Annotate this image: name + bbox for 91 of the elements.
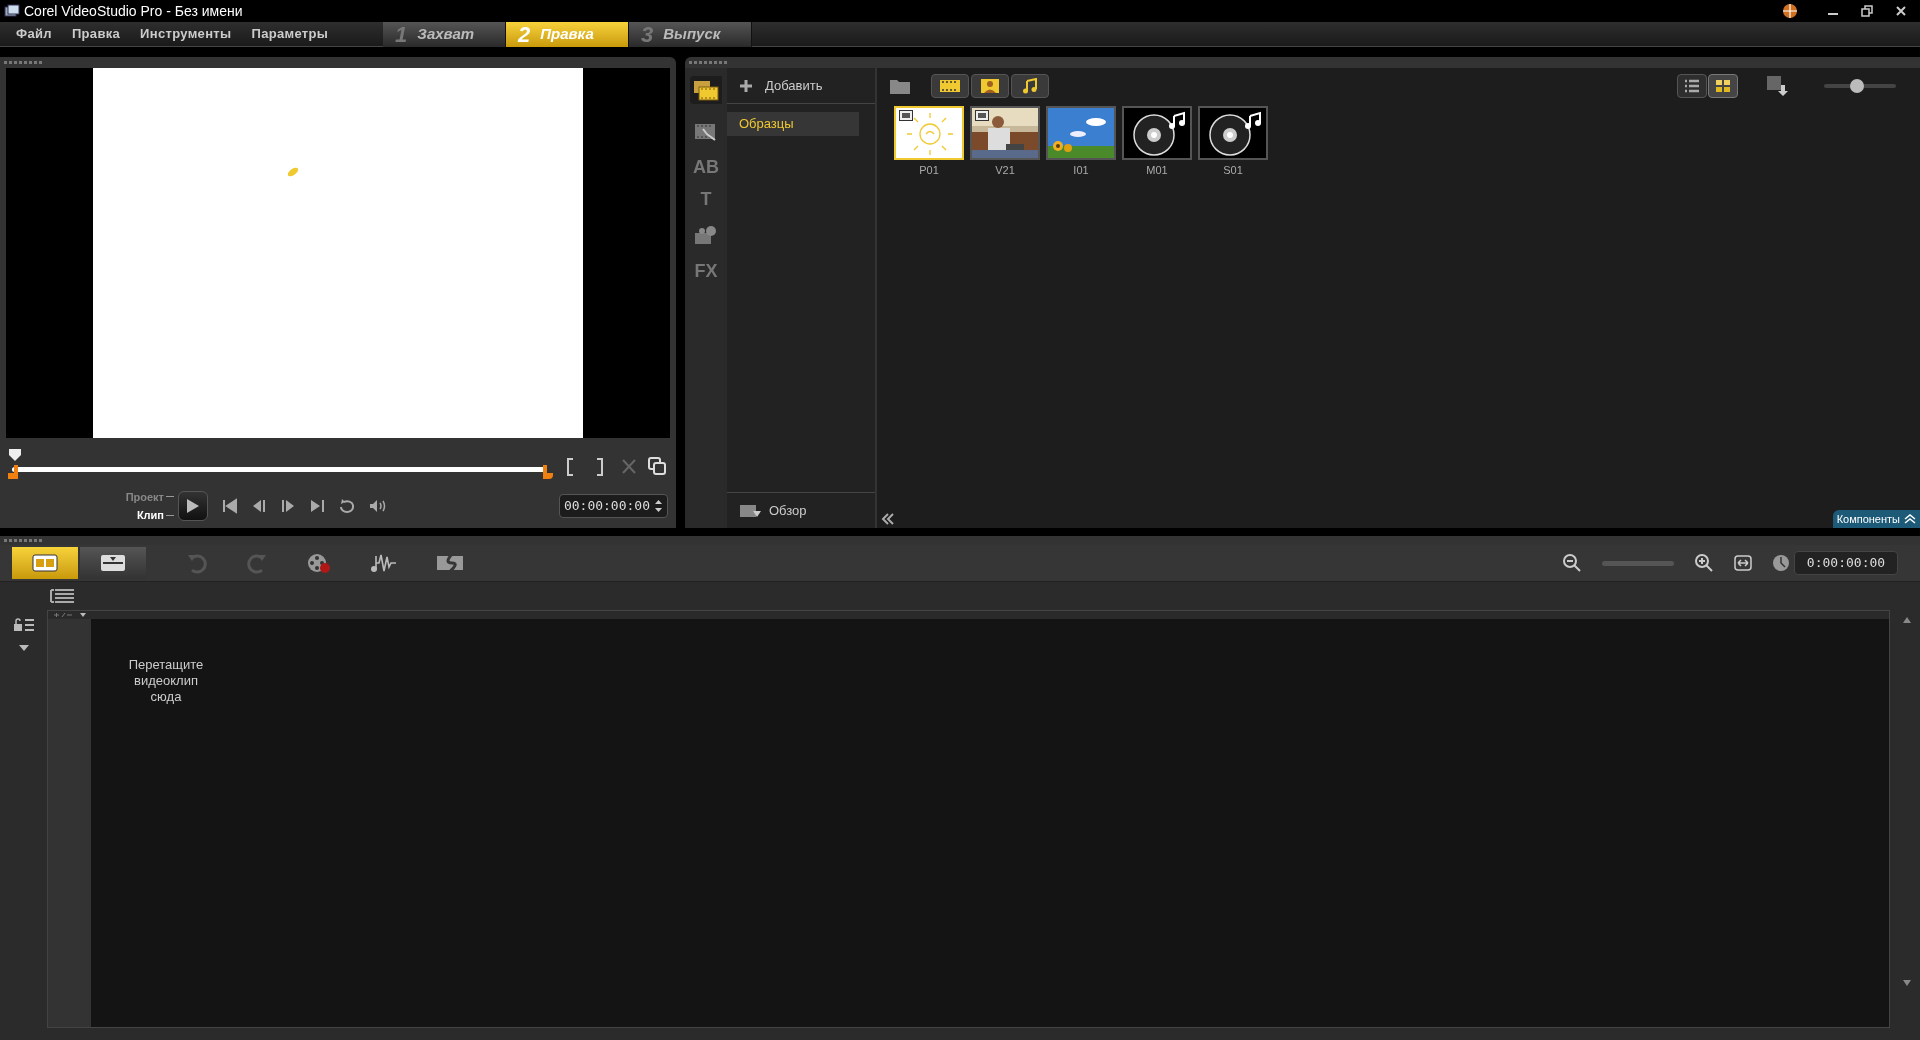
slider-thumb[interactable]	[1850, 79, 1865, 93]
timecode-field[interactable]: 00:00:00:00	[558, 494, 668, 518]
photo-filter-button[interactable]	[971, 74, 1009, 98]
restore-icon[interactable]	[1860, 4, 1874, 18]
portrait-icon	[981, 79, 999, 93]
scroll-up-icon[interactable]	[1902, 616, 1912, 624]
media-thumbnail[interactable]	[1122, 106, 1192, 160]
thumbnail-size-slider[interactable]	[1824, 79, 1896, 93]
plus-icon	[739, 78, 753, 93]
folder-down-icon	[739, 502, 761, 519]
globe-icon[interactable]	[1782, 3, 1798, 19]
skip-start-icon[interactable]	[222, 498, 238, 514]
trim-end-handle[interactable]	[543, 465, 553, 479]
add-button[interactable]: Добавить	[727, 68, 875, 104]
menu-item[interactable]: Параметры	[251, 24, 329, 44]
copy-icon[interactable]	[648, 457, 666, 475]
step-number: 2	[518, 23, 531, 46]
thumbnail-label: S01	[1223, 163, 1243, 178]
drag-grip-icon[interactable]	[4, 61, 44, 64]
storyboard-icon	[32, 554, 58, 572]
drag-grip-icon[interactable]	[689, 61, 729, 64]
trim-start-handle[interactable]	[8, 465, 18, 479]
step-back-icon[interactable]	[251, 498, 267, 514]
step-number: 1	[395, 23, 408, 46]
menu-item[interactable]: Файл	[16, 24, 52, 44]
close-icon[interactable]	[1894, 4, 1908, 18]
mark-in-icon[interactable]	[566, 458, 574, 476]
film-icon	[940, 80, 960, 92]
clock-icon	[1772, 554, 1790, 572]
media-thumbnail[interactable]	[1198, 106, 1268, 160]
step-label: Правка	[540, 24, 594, 45]
music-note-icon	[1022, 78, 1038, 94]
zoom-in-icon[interactable]	[1694, 553, 1714, 573]
play-button[interactable]	[178, 491, 208, 521]
menu-item[interactable]: Инструменты	[140, 24, 232, 44]
skip-end-icon[interactable]	[309, 498, 325, 514]
step-forward-icon[interactable]	[280, 498, 296, 514]
spin-arrows-icon[interactable]	[654, 498, 663, 514]
play-mode-option[interactable]: Проект	[125, 488, 164, 505]
play-icon	[186, 498, 200, 514]
timeline-timecode-field[interactable]: 0:00:00:00	[1794, 551, 1898, 575]
double-chevron-up-icon	[1904, 514, 1916, 524]
repeat-icon[interactable]	[338, 498, 356, 514]
view-mode-button[interactable]	[1708, 74, 1738, 98]
playhead-handle[interactable]	[8, 448, 22, 462]
folder-icon[interactable]	[889, 77, 911, 95]
list-view-icon	[1684, 79, 1700, 93]
media-icon	[693, 79, 719, 101]
view-mode-button[interactable]	[1677, 74, 1707, 98]
film-badge-icon	[975, 110, 989, 121]
step-label: Выпуск	[663, 24, 721, 45]
step-tab[interactable]: 3 Выпуск	[629, 22, 752, 47]
step-tab[interactable]: 1 Захват	[383, 22, 506, 47]
view-toggle-button[interactable]	[12, 547, 78, 579]
thumbnail-label: M01	[1146, 163, 1168, 178]
audio-filter-button[interactable]	[1011, 74, 1049, 98]
track-list-icon[interactable]	[49, 588, 75, 604]
media-thumbnail[interactable]	[970, 106, 1040, 160]
lock-list-icon[interactable]	[12, 618, 35, 632]
add-remove-track-icon[interactable]	[51, 612, 88, 618]
timeline-view-icon	[100, 554, 126, 572]
grid-view-icon	[1715, 79, 1731, 93]
folder-item[interactable]: Образцы	[727, 112, 859, 136]
video-filter-button[interactable]	[931, 74, 969, 98]
film-badge-icon	[899, 110, 913, 121]
app-icon	[4, 4, 20, 18]
collapse-left-icon[interactable]	[881, 512, 895, 526]
mark-out-icon[interactable]	[596, 458, 604, 476]
film-reel-record-icon[interactable]	[306, 552, 332, 574]
thumbnail-label: I01	[1073, 163, 1089, 178]
volume-icon[interactable]	[369, 498, 387, 514]
drag-grip-icon[interactable]	[4, 539, 44, 542]
step-number: 3	[641, 23, 654, 46]
drop-hint: Перетащите видеоклип сюда	[127, 657, 205, 705]
browse-button[interactable]: Обзор	[727, 492, 875, 528]
step-label: Захват	[417, 24, 475, 45]
media-thumbnail[interactable]	[1046, 106, 1116, 160]
components-button[interactable]: Компоненты	[1832, 510, 1920, 528]
thumbnail-label: P01	[919, 163, 939, 178]
library-tab[interactable]	[690, 76, 722, 104]
dropdown-arrow-icon[interactable]	[17, 644, 30, 652]
fit-icon[interactable]	[1734, 555, 1752, 571]
audio-wave-icon[interactable]	[370, 552, 398, 574]
sort-icon[interactable]	[1766, 75, 1788, 97]
menu-item[interactable]: Правка	[71, 24, 121, 44]
graphic-icon	[694, 225, 718, 245]
thumbnail-label: V21	[995, 163, 1015, 178]
scroll-down-icon[interactable]	[1902, 979, 1912, 987]
window-title: Corel VideoStudio Pro - Без имени	[24, 1, 243, 21]
play-mode-option[interactable]: Клип	[136, 507, 164, 524]
zoom-out-icon[interactable]	[1562, 553, 1582, 573]
